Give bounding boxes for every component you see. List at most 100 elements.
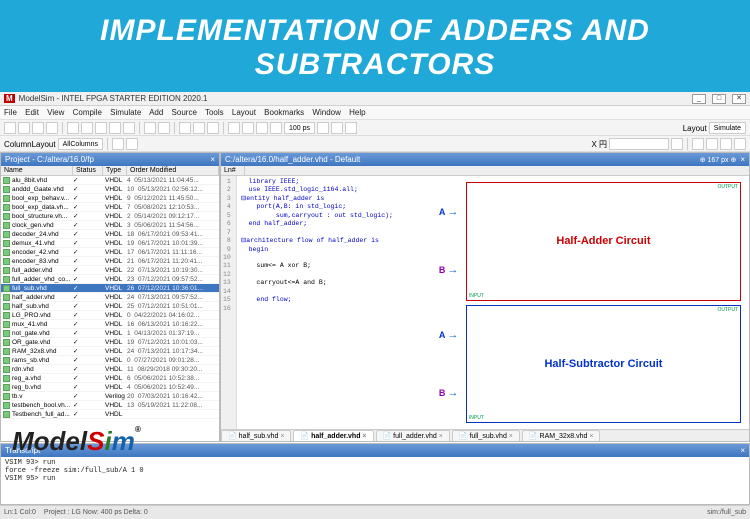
menu-source[interactable]: Source: [172, 108, 197, 117]
file-row[interactable]: demux_41.vhd✓VHDL19 06/17/2021 10:01:39.…: [1, 239, 219, 248]
file-row[interactable]: encoder_42.vhd✓VHDL17 06/17/2021 11:11:1…: [1, 248, 219, 257]
editor-close-icon[interactable]: ×: [740, 155, 745, 164]
file-row[interactable]: bool_exp_data.vh...✓VHDL7 05/08/2021 12:…: [1, 203, 219, 212]
tb-redo-icon[interactable]: [123, 122, 135, 134]
menu-window[interactable]: Window: [312, 108, 340, 117]
tb-marker3-icon[interactable]: [720, 138, 732, 150]
tb-paste-icon[interactable]: [95, 122, 107, 134]
editor-tab[interactable]: 📄 RAM_32x8.vhd ×: [522, 430, 601, 441]
editor-zoom[interactable]: ⊕ 167 px ⊕: [700, 156, 737, 164]
tb-stop-icon[interactable]: [270, 122, 282, 134]
col-name[interactable]: Name: [1, 166, 73, 175]
close-icon[interactable]: ✕: [732, 94, 746, 104]
half-sub-block: Half-Subtractor Circuit A→ B→ →Diff →Bor…: [466, 305, 741, 424]
minimize-icon[interactable]: _: [692, 94, 706, 104]
transcript-close-icon[interactable]: ×: [740, 446, 745, 455]
menu-file[interactable]: File: [4, 108, 17, 117]
editor-tab[interactable]: 📄 half_adder.vhd ×: [293, 430, 373, 441]
tb-marker4-icon[interactable]: [734, 138, 746, 150]
tb-cut-icon[interactable]: [67, 122, 79, 134]
file-row[interactable]: testbench_bool.vh...✓VHDL13 05/19/2021 1…: [1, 401, 219, 410]
menu-bookmarks[interactable]: Bookmarks: [264, 108, 304, 117]
file-row[interactable]: bool_exp_behav.v...✓VHDL9 05/12/2021 11:…: [1, 194, 219, 203]
menu-compile[interactable]: Compile: [73, 108, 102, 117]
file-row[interactable]: full_adder_vhd_co...✓VHDL23 07/12/2021 0…: [1, 275, 219, 284]
col-type[interactable]: Type: [103, 166, 127, 175]
tb-undo-icon[interactable]: [109, 122, 121, 134]
file-row[interactable]: rams_sb.vhd✓VHDL0 07/27/2021 09:01:28...: [1, 356, 219, 365]
file-row[interactable]: encoder_83.vhd✓VHDL21 06/17/2021 11:20:4…: [1, 257, 219, 266]
file-row[interactable]: not_gate.vhd✓VHDL1 04/13/2021 01:37:19..…: [1, 329, 219, 338]
file-row[interactable]: reg_a.vhd✓VHDL6 05/06/2021 10:52:38...: [1, 374, 219, 383]
menu-tools[interactable]: Tools: [205, 108, 224, 117]
tb-zoom-icon[interactable]: [112, 138, 124, 150]
file-row[interactable]: Testbench_full_ad...✓VHDL: [1, 410, 219, 419]
editor-tab[interactable]: 📄 full_adder.vhd ×: [376, 430, 450, 441]
tb-continue-icon[interactable]: [331, 122, 343, 134]
file-row[interactable]: decoder_24.vhd✓VHDL18 06/17/2021 09:53:4…: [1, 230, 219, 239]
editor-tabs: 📄 half_sub.vhd ×📄 half_adder.vhd ×📄 full…: [221, 429, 749, 441]
file-row[interactable]: LG_PRO.vhd✓VHDL0 04/22/2021 04:16:02...: [1, 311, 219, 320]
file-row[interactable]: RAM_32x8.vhd✓VHDL24 07/13/2021 10:17:34.…: [1, 347, 219, 356]
file-row[interactable]: rdn.vhd✓VHDL11 08/29/2018 09:30:20...: [1, 365, 219, 374]
tb-break-icon[interactable]: [256, 122, 268, 134]
tb-compile-icon[interactable]: [144, 122, 156, 134]
tb-open-icon[interactable]: [18, 122, 30, 134]
tb-run-icon[interactable]: [228, 122, 240, 134]
code-editor[interactable]: 1 2 3 4 5 6 7 8 9 10 11 12 13 14 15 16 l…: [221, 176, 464, 429]
tb-find-icon[interactable]: [126, 138, 138, 150]
tb-run-time-icon[interactable]: [317, 122, 329, 134]
menu-add[interactable]: Add: [149, 108, 163, 117]
tb-run-all-icon[interactable]: [242, 122, 254, 134]
status-left: Ln:1 Col:0: [4, 509, 36, 516]
tb-save-icon[interactable]: [32, 122, 44, 134]
tb-marker-icon[interactable]: [692, 138, 704, 150]
titlebar: M ModelSim - INTEL FPGA STARTER EDITION …: [0, 92, 750, 106]
project-rows[interactable]: alu_8bit.vhd✓VHDL4 05/13/2021 11:04:45..…: [1, 176, 219, 441]
file-row[interactable]: half_adder.vhd✓VHDL24 07/13/2021 09:57:5…: [1, 293, 219, 302]
file-row[interactable]: clock_gen.vhd✓VHDL3 05/06/2021 11:54:56.…: [1, 221, 219, 230]
editor-tab[interactable]: 📄 half_sub.vhd ×: [221, 430, 291, 441]
maximize-icon[interactable]: □: [712, 94, 726, 104]
tb-print-icon[interactable]: [46, 122, 58, 134]
editor-tab[interactable]: 📄 full_sub.vhd ×: [452, 430, 520, 441]
menu-layout[interactable]: Layout: [232, 108, 256, 117]
file-row[interactable]: bool_structure.vh...✓VHDL2 05/14/2021 09…: [1, 212, 219, 221]
status-right: sim:/full_sub: [707, 509, 746, 516]
tb-new-icon[interactable]: [4, 122, 16, 134]
file-row[interactable]: anddd_Gaate.vhd✓VHDL10 05/13/2021 02:56:…: [1, 185, 219, 194]
tb-wave-icon[interactable]: [193, 122, 205, 134]
search-input[interactable]: [609, 138, 669, 150]
tb-sim-icon[interactable]: [179, 122, 191, 134]
col-status[interactable]: Status: [73, 166, 103, 175]
transcript-body[interactable]: VSIM 93> run force -freeze sim:/full_sub…: [1, 457, 749, 504]
file-row[interactable]: tb.v✓Verilog20 07/03/2021 10:16:42...: [1, 392, 219, 401]
tb-restart-icon[interactable]: [345, 122, 357, 134]
tb-binoc-icon[interactable]: [671, 138, 683, 150]
layout-select[interactable]: Simulate: [709, 122, 746, 134]
half-adder-block: Half-Adder Circuit A→ B→ →Sum →Carry Out…: [466, 182, 741, 301]
file-row[interactable]: full_adder.vhd✓VHDL22 07/13/2021 10:19:3…: [1, 266, 219, 275]
columnlayout-select[interactable]: AllColumns: [58, 138, 103, 150]
menu-help[interactable]: Help: [349, 108, 365, 117]
menu-simulate[interactable]: Simulate: [110, 108, 141, 117]
tb-marker2-icon[interactable]: [706, 138, 718, 150]
file-row[interactable]: alu_8bit.vhd✓VHDL4 05/13/2021 11:04:45..…: [1, 176, 219, 185]
layout-label: Layout: [683, 124, 707, 133]
file-row[interactable]: OR_gate.vhd✓VHDL19 07/12/2021 10:01:03..…: [1, 338, 219, 347]
menu-edit[interactable]: Edit: [25, 108, 39, 117]
col-order-mod[interactable]: Order Modified: [127, 166, 219, 175]
file-row[interactable]: reg_b.vhd✓VHDL4 05/06/2021 10:52:49...: [1, 383, 219, 392]
tb-copy-icon[interactable]: [81, 122, 93, 134]
tb-step-icon[interactable]: [207, 122, 219, 134]
runtime-field[interactable]: 100 ps: [284, 122, 315, 134]
file-row[interactable]: full_sub.vhd✓VHDL26 07/12/2021 10:36:01.…: [1, 284, 219, 293]
half-sub-label: Half-Subtractor Circuit: [544, 358, 662, 370]
project-close-icon[interactable]: ×: [210, 155, 215, 164]
file-row[interactable]: half_sub.vhd✓VHDL25 07/12/2021 10:51:01.…: [1, 302, 219, 311]
tb-help-icon[interactable]: [158, 122, 170, 134]
half-adder-label: Half-Adder Circuit: [556, 235, 650, 247]
menu-view[interactable]: View: [47, 108, 64, 117]
status-mid: Project : LG Now: 400 ps Delta: 0: [44, 509, 148, 516]
file-row[interactable]: mux_41.vhd✓VHDL16 06/13/2021 10:16:22...: [1, 320, 219, 329]
